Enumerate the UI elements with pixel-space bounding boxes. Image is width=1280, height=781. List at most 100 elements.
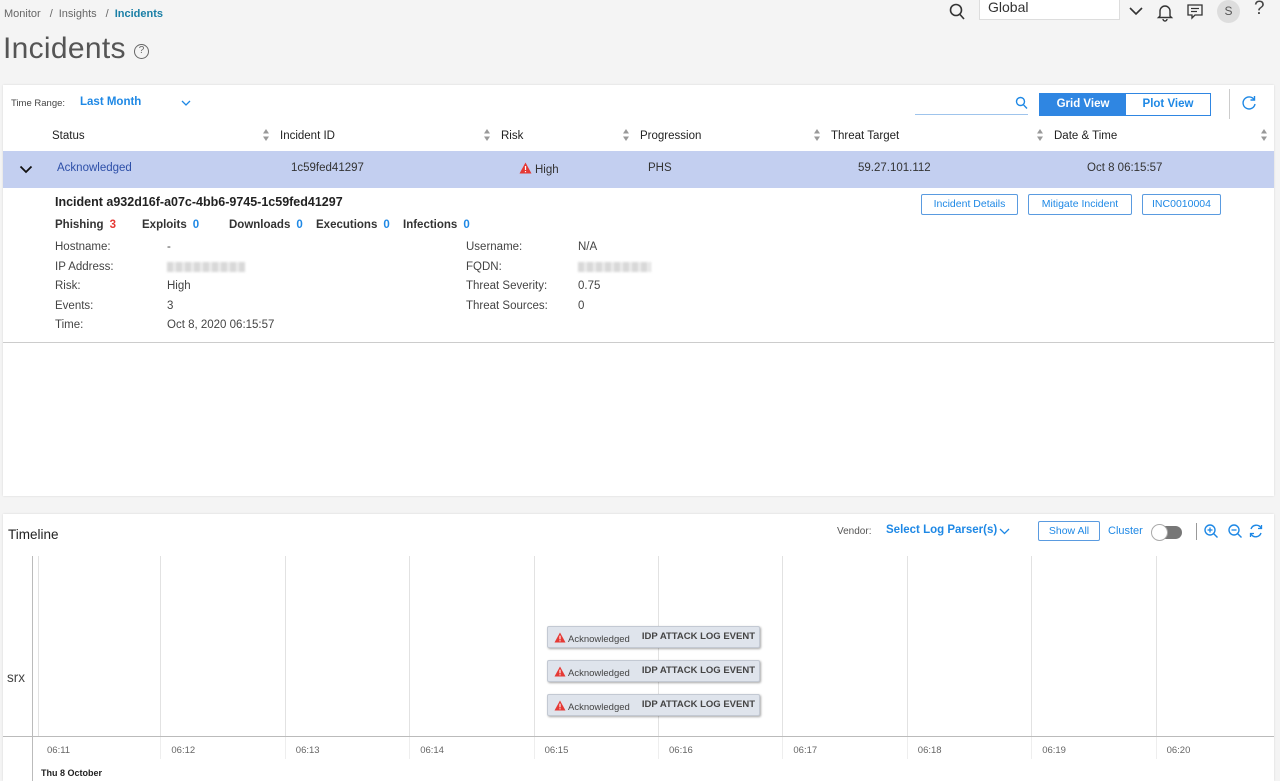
count-value: 0 <box>296 219 303 231</box>
count-label: Exploits <box>142 219 187 231</box>
timeline-event[interactable]: Acknowledged IDP ATTACK LOG EVENT <box>547 660 760 682</box>
incident-detail-panel: Incident a932d16f-a07c-4bb6-9745-1c59fed… <box>3 188 1274 343</box>
count-infections: Infections 0 <box>403 219 470 231</box>
event-name: IDP ATTACK LOG EVENT <box>641 665 755 676</box>
mitigate-incident-button[interactable]: Mitigate Incident <box>1028 194 1132 215</box>
timeline-gridline <box>409 556 411 736</box>
event-name: IDP ATTACK LOG EVENT <box>641 631 755 642</box>
scope-select[interactable]: Global <box>979 0 1120 20</box>
events-value: 3 <box>167 300 174 312</box>
search-icon[interactable] <box>1015 96 1028 110</box>
table-header: Status Incident ID Risk Progression Thre… <box>3 125 1274 151</box>
time-value: Oct 8, 2020 06:15:57 <box>167 319 275 331</box>
field-label: Hostname: <box>55 241 111 253</box>
column-header-incident-id[interactable]: Incident ID <box>280 130 335 142</box>
breadcrumb-incidents: Incidents <box>114 8 164 20</box>
timeline-tick-line <box>658 737 659 759</box>
chevron-down-icon[interactable] <box>180 99 192 107</box>
count-value: 3 <box>109 219 116 231</box>
fqdn-value-redacted <box>578 261 651 273</box>
ip-address-value-redacted <box>167 261 245 273</box>
view-toggle: Grid View Plot View <box>1039 93 1211 116</box>
user-avatar[interactable]: S <box>1217 0 1240 23</box>
chevron-down-icon[interactable] <box>999 528 1010 535</box>
sort-icon[interactable] <box>483 128 491 142</box>
vendor-label: Vendor: <box>837 526 872 537</box>
timeline-tick-label: 06:17 <box>793 745 818 756</box>
chevron-down-icon[interactable] <box>1128 5 1144 17</box>
timeline-tick-label: 06:19 <box>1042 745 1066 756</box>
field-label: Events: <box>55 300 94 312</box>
warning-icon <box>554 666 566 677</box>
refresh-icon[interactable] <box>1241 95 1257 111</box>
field-label: Threat Severity: <box>466 280 548 292</box>
timeline-gridline <box>284 556 286 736</box>
breadcrumb: Monitor / Insights / Incidents <box>4 8 163 20</box>
timeline-title: Timeline <box>8 527 59 542</box>
threat-target-cell: 59.27.101.112 <box>858 162 931 174</box>
sort-icon[interactable] <box>1260 128 1268 142</box>
timeline-gridline <box>906 556 908 736</box>
zoom-in-icon[interactable] <box>1203 523 1219 539</box>
breadcrumb-separator: / <box>105 8 109 20</box>
sort-icon[interactable] <box>262 128 270 142</box>
bell-icon[interactable] <box>1156 2 1174 22</box>
timeline-event[interactable]: Acknowledged IDP ATTACK LOG EVENT <box>547 626 760 648</box>
toolbar-divider <box>1196 523 1197 540</box>
plot-view-button[interactable]: Plot View <box>1126 94 1210 115</box>
vendor-select[interactable]: Select Log Parser(s) <box>886 524 997 536</box>
timeline-tick-line <box>1155 737 1157 759</box>
column-header-date-time[interactable]: Date & Time <box>1054 130 1117 142</box>
column-header-status[interactable]: Status <box>52 130 85 142</box>
sort-icon[interactable] <box>1036 128 1044 142</box>
timeline-gridline <box>533 556 535 736</box>
count-label: Downloads <box>229 219 291 231</box>
column-header-threat-target[interactable]: Threat Target <box>831 130 899 142</box>
chevron-down-icon[interactable] <box>19 165 33 174</box>
timeline-tick-line <box>533 737 535 759</box>
status-cell[interactable]: Acknowledged <box>57 162 132 174</box>
event-name: IDP ATTACK LOG EVENT <box>641 699 755 710</box>
page-title: Incidents <box>3 32 126 65</box>
progression-cell: PHS <box>648 162 672 174</box>
timeline-event[interactable]: Acknowledged IDP ATTACK LOG EVENT <box>547 694 760 716</box>
threat-sources-value: 0 <box>578 300 585 312</box>
risk-value: High <box>167 280 191 292</box>
reset-zoom-icon[interactable] <box>1248 523 1264 539</box>
timeline-gridline <box>38 556 39 736</box>
table-row[interactable]: Acknowledged 1c59fed41297 High PHS 59.27… <box>3 151 1274 188</box>
search-icon[interactable] <box>948 2 966 22</box>
count-value: 0 <box>463 219 470 231</box>
timeline-group-axis <box>32 556 33 781</box>
help-icon[interactable]: ? <box>1254 0 1265 20</box>
help-circle-icon[interactable]: ? <box>134 44 149 59</box>
risk-value: High <box>535 164 559 176</box>
field-label: Username: <box>466 241 523 253</box>
ticket-button[interactable]: INC0010004 <box>1142 194 1221 215</box>
timeline-plot[interactable]: srx Thu 8 October 06:11 06:12 06:13 06:14 06… <box>3 556 1274 781</box>
timeline-tick-line <box>1031 737 1033 759</box>
zoom-out-icon[interactable] <box>1227 523 1243 539</box>
incident-details-button[interactable]: Incident Details <box>921 194 1018 215</box>
column-header-progression[interactable]: Progression <box>640 130 701 142</box>
warning-icon <box>519 162 532 174</box>
sort-icon[interactable] <box>813 128 821 142</box>
cluster-toggle[interactable] <box>1151 524 1182 541</box>
chat-icon[interactable] <box>1186 3 1204 21</box>
grid-search-input[interactable] <box>915 93 1028 115</box>
breadcrumb-insights[interactable]: Insights <box>59 8 97 20</box>
timeline-tick-label: 06:14 <box>420 745 444 756</box>
grid-view-button[interactable]: Grid View <box>1040 94 1126 115</box>
timeline-tick-line <box>160 737 162 759</box>
breadcrumb-monitor[interactable]: Monitor <box>4 8 41 20</box>
time-range-label: Time Range: <box>11 98 66 109</box>
count-downloads: Downloads 0 <box>229 219 303 231</box>
time-range-select[interactable]: Last Month <box>80 96 141 108</box>
timeline-tick-label: 06:11 <box>47 745 71 756</box>
timeline-tick-line <box>409 737 411 759</box>
timeline-date-label: Thu 8 October <box>41 768 103 778</box>
sort-icon[interactable] <box>622 128 630 142</box>
show-all-button[interactable]: Show All <box>1038 521 1100 541</box>
column-header-risk[interactable]: Risk <box>501 130 523 142</box>
field-label: IP Address: <box>55 261 114 273</box>
